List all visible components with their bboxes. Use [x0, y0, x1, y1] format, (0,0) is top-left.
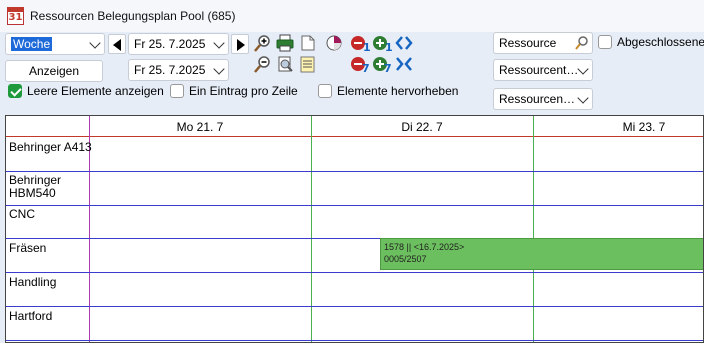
row-divider	[6, 340, 703, 341]
resource-group-value: Ressourcen…	[499, 92, 576, 106]
show-empty-checkbox-box	[8, 84, 22, 98]
day-header-mon: Mo 21. 7	[176, 120, 224, 134]
completed-label: Abgeschlossene	[617, 35, 704, 49]
row-divider	[6, 171, 703, 172]
resource-hartford[interactable]: Hartford	[9, 310, 52, 323]
notes-icon[interactable]	[298, 54, 318, 74]
resource-behringer-a413[interactable]: Behringer A413	[9, 141, 92, 154]
date-to-value: Fr 25. 7.2025	[134, 63, 206, 77]
resource-fraesen[interactable]: Fräsen	[9, 242, 46, 255]
add-one-icon[interactable]: 1	[372, 33, 392, 53]
resource-handling[interactable]: Handling	[9, 276, 56, 289]
remove-one-icon[interactable]: 1	[350, 33, 370, 53]
svg-text:1: 1	[385, 41, 392, 53]
window-title: Ressourcen Belegungsplan Pool (685)	[30, 9, 236, 23]
print-icon[interactable]	[275, 33, 295, 53]
date-to-field[interactable]: Fr 25. 7.2025	[128, 59, 229, 81]
highlight-label: Elemente hervorheben	[337, 84, 459, 98]
collapse-icon[interactable]	[394, 54, 414, 74]
chevron-down-icon	[577, 63, 589, 75]
search-icon	[575, 36, 588, 50]
pie-chart-icon[interactable]	[324, 33, 344, 53]
row-divider	[6, 306, 703, 307]
svg-text:7: 7	[384, 62, 392, 74]
resource-cnc[interactable]: CNC	[9, 208, 35, 221]
print-preview-icon[interactable]	[275, 54, 295, 74]
row-divider	[6, 272, 703, 273]
one-entry-label: Ein Eintrag pro Zeile	[189, 84, 298, 98]
arrow-right-icon	[237, 39, 245, 51]
schedule-grid[interactable]: Mo 21. 7 Di 22. 7 Mi 23. 7 Behringer A41…	[5, 115, 704, 343]
next-period-button[interactable]	[231, 34, 249, 54]
day-header-tue: Di 22. 7	[401, 120, 443, 134]
day-divider	[533, 116, 534, 342]
completed-checkbox[interactable]: Abgeschlossene	[598, 35, 704, 49]
toolbar: Woche Fr 25. 7.2025 Anzeigen Fr 25. 7.20…	[0, 32, 704, 114]
title-bar: 31 Ressourcen Belegungsplan Pool (685)	[0, 0, 704, 32]
chevron-down-icon	[213, 37, 225, 49]
previous-period-button[interactable]	[108, 34, 126, 54]
event-order: 0005/2507	[384, 254, 427, 264]
calendar-icon: 31	[7, 7, 24, 25]
one-entry-checkbox-box	[170, 84, 184, 98]
view-select[interactable]: Woche	[5, 33, 105, 55]
arrow-left-icon	[113, 39, 121, 51]
day-header-wed: Mi 23. 7	[622, 120, 666, 134]
svg-text:7: 7	[362, 62, 370, 74]
resource-type-value: Ressourcent…	[499, 63, 579, 77]
completed-checkbox-box	[598, 35, 612, 49]
resource-type-select[interactable]: Ressourcent…	[493, 59, 593, 81]
date-from-field[interactable]: Fr 25. 7.2025	[128, 33, 229, 55]
chevron-down-icon	[577, 92, 589, 104]
date-from-value: Fr 25. 7.2025	[134, 37, 206, 51]
add-seven-icon[interactable]: 7	[372, 54, 392, 74]
resource-search-value: Ressource	[499, 36, 557, 50]
schedule-event[interactable]: 1578 || <16.7.2025> 0005/2507	[380, 238, 703, 270]
highlight-checkbox-box	[318, 84, 332, 98]
resource-search-field[interactable]: Ressource	[493, 32, 593, 54]
page-icon[interactable]	[298, 33, 318, 53]
remove-seven-icon[interactable]: 7	[350, 54, 370, 74]
zoom-in-icon[interactable]	[253, 33, 273, 53]
expand-icon[interactable]	[394, 33, 414, 53]
show-button[interactable]: Anzeigen	[5, 60, 103, 82]
highlight-checkbox[interactable]: Elemente hervorheben	[318, 84, 458, 98]
zoom-out-icon[interactable]	[253, 54, 273, 74]
svg-text:1: 1	[363, 41, 370, 53]
day-divider	[311, 116, 312, 342]
show-empty-checkbox[interactable]: Leere Elemente anzeigen	[8, 84, 164, 98]
resource-behringer-hbm540[interactable]: Behringer HBM540	[9, 174, 61, 200]
one-entry-checkbox[interactable]: Ein Eintrag pro Zeile	[170, 84, 298, 98]
chevron-down-icon	[89, 37, 101, 49]
header-divider	[6, 136, 703, 137]
view-select-value: Woche	[11, 37, 53, 51]
row-divider	[6, 205, 703, 206]
show-empty-label: Leere Elemente anzeigen	[27, 84, 164, 98]
chevron-down-icon	[213, 63, 225, 75]
resource-group-select[interactable]: Ressourcen…	[493, 88, 593, 110]
event-title: 1578 || <16.7.2025>	[384, 242, 465, 252]
